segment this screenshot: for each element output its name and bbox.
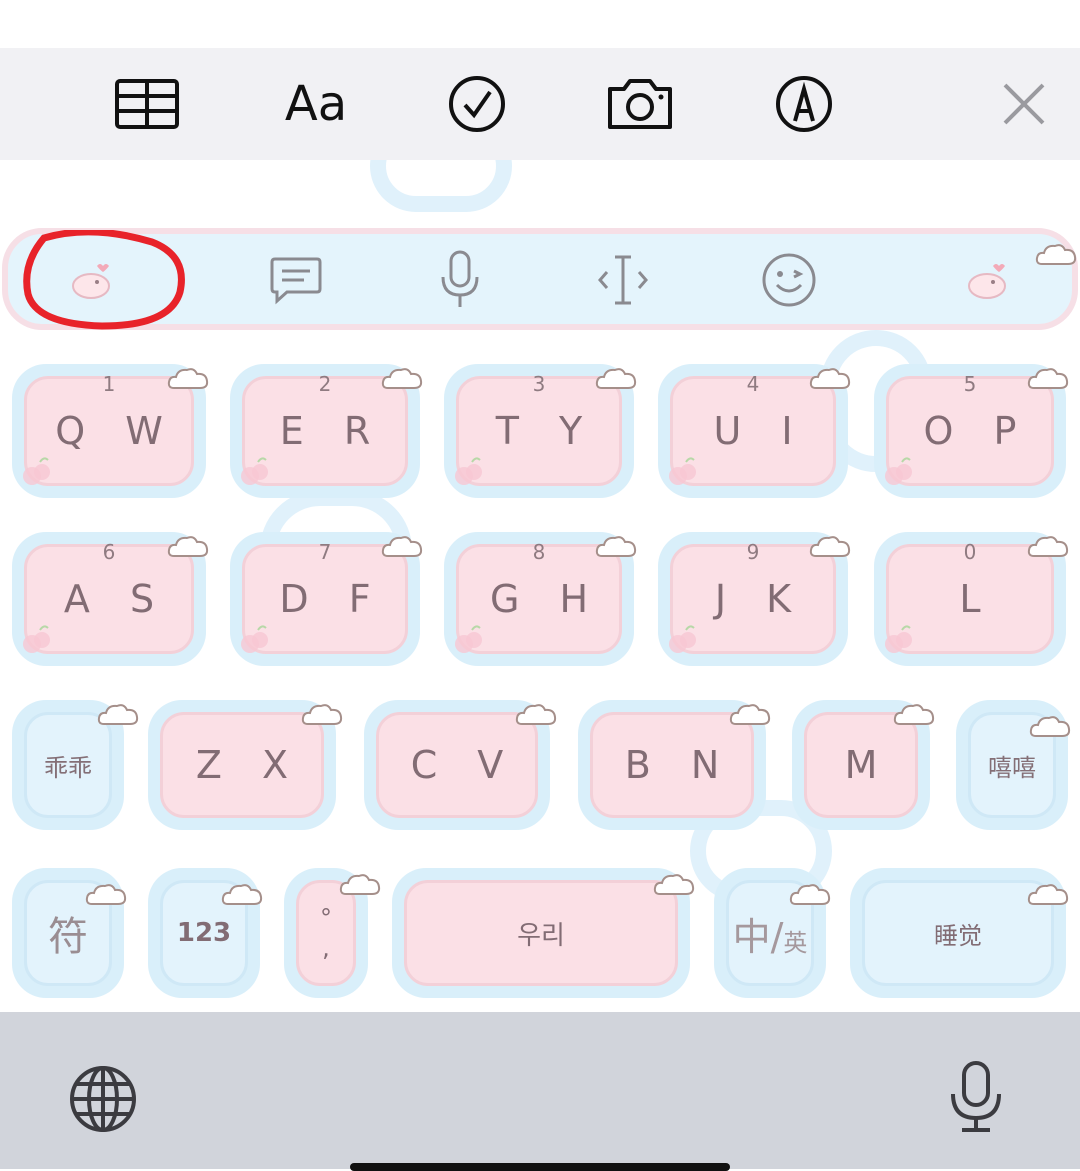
cloud-decoration: [893, 704, 935, 725]
skin-icon-right[interactable]: [956, 244, 1016, 316]
cloud-decoration: [1027, 536, 1069, 557]
peach-decoration: [455, 457, 482, 485]
punct-top: °: [320, 904, 332, 932]
peach-decoration: [669, 625, 696, 653]
peach-decoration: [23, 625, 50, 653]
red-annotation-circle: [23, 230, 185, 330]
keyboard-toolbar: Aa: [0, 48, 1080, 160]
home-indicator: [350, 1163, 730, 1171]
cloud-decoration: [381, 368, 423, 389]
cloud-decoration: [809, 368, 851, 389]
cloud-decoration: [1027, 884, 1069, 905]
cloud-decoration: [85, 884, 127, 905]
checklist-icon[interactable]: [446, 48, 508, 160]
text-format-icon[interactable]: Aa: [280, 48, 352, 160]
cloud-decoration: [653, 874, 695, 895]
cloud-decoration: [809, 536, 851, 557]
peach-decoration: [23, 457, 50, 485]
cloud-decoration: [1035, 244, 1077, 265]
globe-icon[interactable]: [68, 1064, 138, 1134]
cloud-decoration: [515, 704, 557, 725]
message-icon[interactable]: [266, 244, 326, 316]
peach-decoration: [885, 457, 912, 485]
cloud-decoration: [301, 704, 343, 725]
cursor-icon[interactable]: [594, 244, 652, 316]
cloud-decoration: [1027, 368, 1069, 389]
cloud-decoration: [167, 536, 209, 557]
cloud-decoration: [595, 368, 637, 389]
space-key[interactable]: 우리: [392, 868, 690, 998]
cloud-decoration: [729, 704, 771, 725]
cloud-decoration: [167, 368, 209, 389]
cloud-decoration: [789, 884, 831, 905]
cloud-decoration: [97, 704, 139, 725]
dictation-mic-icon[interactable]: [948, 1060, 1004, 1134]
lang-sub: 英: [783, 928, 808, 957]
close-icon[interactable]: [998, 48, 1050, 160]
table-icon[interactable]: [112, 48, 182, 160]
lang-main: 中/: [732, 914, 784, 959]
peach-decoration: [455, 625, 482, 653]
peach-decoration: [241, 625, 268, 653]
cloud-decoration: [595, 536, 637, 557]
mic-icon[interactable]: [436, 244, 484, 316]
cloud-decoration: [221, 884, 263, 905]
camera-icon[interactable]: [604, 48, 676, 160]
cloud-decoration: [1029, 716, 1071, 737]
peach-decoration: [885, 625, 912, 653]
system-bottom-bar: [0, 1012, 1080, 1169]
peach-decoration: [241, 457, 268, 485]
background-decoration: [370, 160, 512, 212]
cloud-decoration: [381, 536, 423, 557]
cloud-decoration: [339, 874, 381, 895]
emoji-icon[interactable]: [760, 244, 818, 316]
punct-bottom: ,: [322, 934, 330, 962]
peach-decoration: [669, 457, 696, 485]
markup-icon[interactable]: [774, 48, 834, 160]
